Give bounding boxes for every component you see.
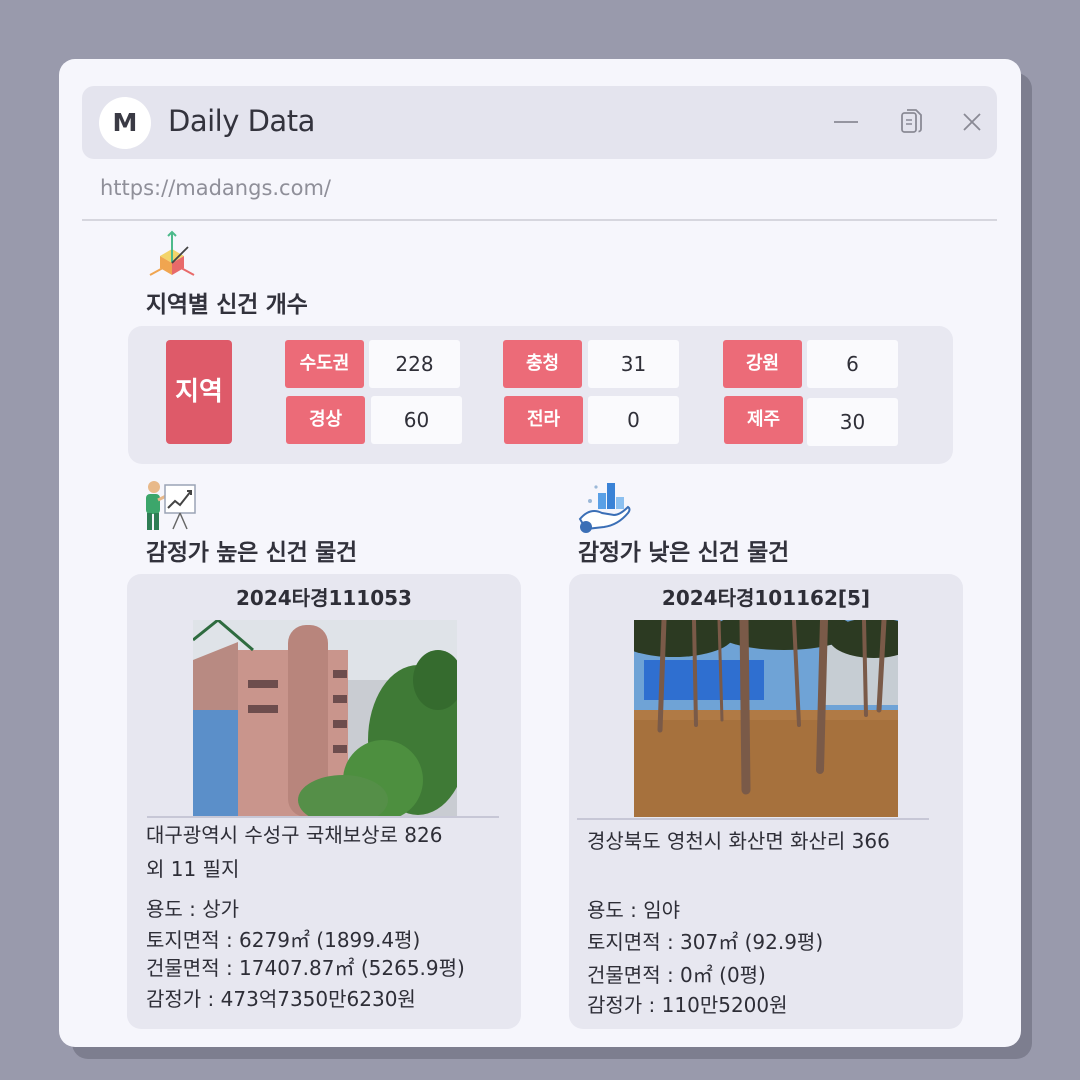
url-divider (82, 219, 997, 221)
url-text[interactable]: https://madangs.com/ (100, 176, 331, 200)
low-card-divider (577, 818, 929, 820)
app-window: M Daily Data https://madangs.com/ 지역별 신건… (59, 59, 1021, 1047)
copy-icon[interactable] (894, 104, 930, 140)
high-appraisal-card[interactable]: 2024타경111053 대구광역시 수성구 국채보상로 826 외 11 필지… (127, 574, 521, 1029)
region-label-gyeongsang: 경상 (286, 396, 365, 444)
low-building-area: 건물면적 : 0㎡ (0평) (587, 963, 766, 987)
title-bar: M Daily Data (82, 86, 997, 159)
low-case-number[interactable]: 2024타경101162[5] (569, 582, 963, 611)
low-land-area: 토지면적 : 307㎡ (92.9평) (587, 930, 824, 954)
low-appraisal-value: 감정가 : 110만5200원 (587, 993, 788, 1017)
region-count-gyeongsang: 60 (371, 396, 462, 444)
region-header: 지역 (166, 340, 232, 444)
high-case-number[interactable]: 2024타경111053 (127, 582, 521, 611)
high-appraisal-value: 감정가 : 473억7350만6230원 (146, 987, 416, 1011)
high-land-area: 토지면적 : 6279㎡ (1899.4평) (146, 928, 421, 952)
low-address-line1: 경상북도 영천시 화산면 화산리 366 (587, 829, 890, 853)
low-section-title: 감정가 낮은 신건 물건 (578, 540, 789, 566)
region-count-capital: 228 (369, 340, 460, 388)
region-count-chungcheong: 31 (588, 340, 679, 388)
3d-axis-icon (149, 230, 195, 276)
forest-photo (634, 620, 898, 817)
close-icon[interactable] (954, 104, 990, 140)
app-logo: M (99, 97, 151, 149)
high-building-area: 건물면적 : 17407.87㎡ (5265.9평) (146, 956, 465, 980)
region-label-capital: 수도권 (285, 340, 364, 388)
low-appraisal-card[interactable]: 2024타경101162[5] 경상북도 영천시 화산면 화산리 366 용도 … (569, 574, 963, 1029)
region-label-jeolla: 전라 (504, 396, 583, 444)
region-label-chungcheong: 충청 (503, 340, 582, 388)
high-usage: 용도 : 상가 (146, 897, 240, 921)
region-panel: 지역 수도권 228 충청 31 강원 6 경상 60 전라 0 제주 30 (128, 326, 953, 464)
hand-bar-chart-icon (578, 483, 631, 533)
app-title: Daily Data (168, 104, 315, 138)
region-section-title: 지역별 신건 개수 (146, 292, 308, 318)
region-count-jeju: 30 (807, 398, 898, 446)
high-address-line2: 외 11 필지 (146, 857, 240, 881)
high-section-title: 감정가 높은 신건 물건 (146, 540, 357, 566)
region-count-jeolla: 0 (588, 396, 679, 444)
low-usage: 용도 : 임야 (587, 898, 681, 922)
region-label-gangwon: 강원 (723, 340, 802, 388)
building-photo (193, 620, 457, 817)
minimize-icon[interactable] (828, 104, 864, 140)
presentation-chart-icon (146, 481, 196, 530)
high-address-line1: 대구광역시 수성구 국채보상로 826 (146, 823, 443, 847)
region-count-gangwon: 6 (807, 340, 898, 388)
region-label-jeju: 제주 (724, 396, 803, 444)
